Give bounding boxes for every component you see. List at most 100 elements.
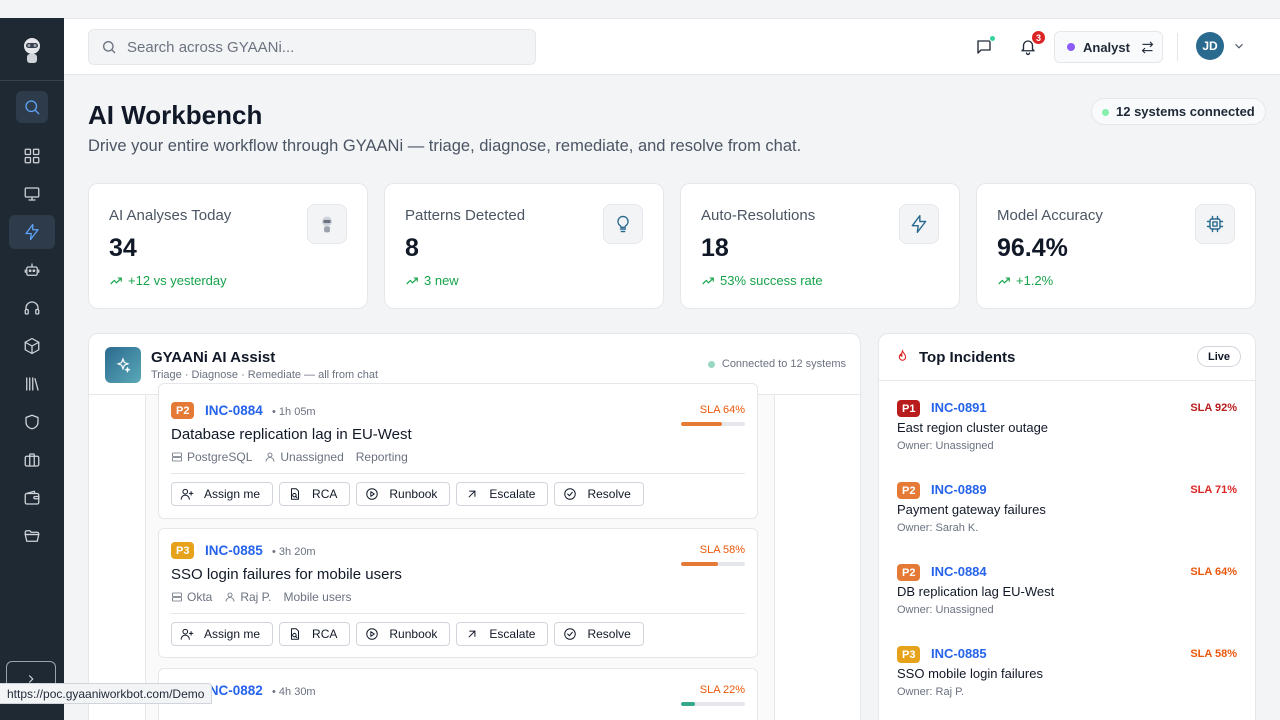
briefcase-icon — [24, 453, 40, 467]
trend-up-icon — [406, 277, 418, 284]
app-logo[interactable] — [16, 34, 48, 66]
incident-id-link[interactable]: INC-0884 — [205, 403, 263, 418]
cpu-glyph — [1206, 215, 1224, 233]
incident-title: Payment gateway failures — [897, 502, 1046, 517]
incident-owner: Owner: Sarah K. — [897, 522, 979, 534]
chevron-down-icon — [1235, 43, 1243, 49]
incident-system: PostgreSQL — [171, 450, 252, 464]
user-menu-toggle[interactable] — [1232, 39, 1246, 53]
wallet-icon — [24, 490, 40, 505]
global-search[interactable] — [88, 29, 536, 65]
incident-id-link[interactable]: INC-0891 — [931, 400, 987, 415]
top-incident-item[interactable]: P3 INC-0885 SLA 58% SSO mobile login fai… — [897, 646, 1237, 706]
incident-owner: Owner: Unassigned — [897, 604, 994, 616]
button-label: Escalate — [489, 487, 536, 501]
sla-label: SLA 92% — [1190, 402, 1237, 414]
sparkles-icon — [105, 347, 141, 383]
stat-value: 34 — [109, 234, 137, 262]
top-incident-item[interactable]: P2 INC-0889 SLA 71% Payment gateway fail… — [897, 482, 1237, 542]
role-label: Analyst — [1083, 39, 1130, 55]
sidebar-item-wallet[interactable] — [9, 481, 55, 515]
priority-badge: P3 — [171, 542, 195, 559]
escalate-button[interactable]: Escalate — [456, 622, 549, 646]
ai-assist-subtitle: Triage · Diagnose · Remediate — all from… — [151, 369, 379, 381]
server-icon — [172, 592, 182, 602]
user-plus-icon — [180, 628, 194, 640]
stat-card-model-accuracy: Model Accuracy 96.4% +1.2% — [976, 183, 1256, 309]
user-avatar[interactable]: JD — [1196, 32, 1224, 60]
sla-progress-fill — [681, 562, 719, 566]
incident-id-link[interactable]: INC-0885 — [205, 543, 263, 558]
topbar: 3 Analyst JD — [64, 18, 1280, 75]
sidebar-item-security[interactable] — [9, 405, 55, 439]
messages-button[interactable] — [972, 35, 996, 59]
incident-owner-label: Raj P. — [240, 590, 272, 604]
runbook-button[interactable]: Runbook — [356, 622, 451, 646]
incident-actions: Assign me RCA Runbook Escalate Resolve — [171, 622, 650, 646]
priority-badge: P2 — [897, 564, 921, 581]
sla-label: SLA 64% — [699, 404, 745, 416]
systems-connected-label: 12 systems connected — [1116, 104, 1255, 119]
sidebar-item-search[interactable] — [16, 91, 48, 123]
sla-label: SLA 71% — [1190, 484, 1237, 496]
incident-id-link[interactable]: INC-0889 — [931, 482, 987, 497]
stat-delta: 53% success rate — [701, 273, 823, 288]
top-incidents-header: Top Incidents Live — [879, 334, 1255, 381]
priority-badge: P2 — [897, 482, 921, 499]
sidebar-item-bots[interactable] — [9, 253, 55, 287]
escalate-button[interactable]: Escalate — [456, 482, 549, 506]
button-label: Escalate — [489, 627, 536, 641]
assign-me-button[interactable]: Assign me — [171, 622, 274, 646]
sidebar-item-folders[interactable] — [9, 519, 55, 553]
notifications-button[interactable]: 3 — [1016, 30, 1046, 59]
incident-system: Okta — [171, 590, 212, 604]
stat-label: Model Accuracy — [997, 207, 1103, 224]
stat-value: 96.4% — [997, 234, 1068, 262]
sidebar-item-briefcase[interactable] — [9, 443, 55, 477]
sidebar — [0, 18, 64, 720]
lightbulb-icon — [603, 204, 643, 244]
stat-label: AI Analyses Today — [109, 207, 232, 224]
incident-title: SSO mobile login failures — [897, 666, 1043, 681]
top-incident-item[interactable]: P2 INC-0884 SLA 64% DB replication lag E… — [897, 564, 1237, 624]
sidebar-item-support[interactable] — [9, 291, 55, 325]
assign-me-button[interactable]: Assign me — [171, 482, 274, 506]
sidebar-item-packages[interactable] — [9, 329, 55, 363]
card-divider — [171, 613, 745, 614]
sla-label: SLA 64% — [1190, 566, 1237, 578]
runbook-button[interactable]: Runbook — [356, 482, 451, 506]
top-incident-item[interactable]: P1 INC-0891 SLA 92% East region cluster … — [897, 400, 1237, 460]
button-label: Assign me — [204, 487, 261, 501]
search-input[interactable] — [127, 38, 527, 56]
incident-id-link[interactable]: INC-0885 — [931, 646, 987, 661]
chat-feed[interactable]: P2 INC-0884 • 1h 05m SLA 64% Database re… — [145, 383, 775, 720]
rca-button[interactable]: RCA — [279, 482, 351, 506]
priority-badge: P1 — [897, 400, 921, 417]
incident-meta: PostgreSQL Unassigned Reporting — [171, 450, 420, 464]
file-search-icon — [291, 488, 300, 500]
sla-progress-fill — [681, 422, 722, 426]
sidebar-item-library[interactable] — [9, 367, 55, 401]
incident-id-link[interactable]: INC-0884 — [931, 564, 987, 579]
resolve-button[interactable]: Resolve — [554, 482, 644, 506]
role-switcher-button[interactable]: Analyst — [1054, 31, 1163, 63]
incident-id-link[interactable]: INC-0882 — [205, 683, 263, 698]
incident-age: • 4h 30m — [272, 686, 316, 698]
rca-button[interactable]: RCA — [279, 622, 351, 646]
trend-up-icon — [998, 277, 1010, 284]
sidebar-item-ai-workbench[interactable] — [9, 215, 55, 249]
search-icon — [25, 100, 40, 115]
incident-actions: Assign me RCA Runbook Escalate Resolve — [171, 482, 650, 506]
sidebar-item-dashboard[interactable] — [9, 139, 55, 173]
resolve-button[interactable]: Resolve — [554, 622, 644, 646]
incident-owner-label: Unassigned — [280, 450, 344, 464]
sidebar-item-monitor[interactable] — [9, 177, 55, 211]
incident-owner: Owner: Raj P. — [897, 686, 965, 698]
cube-icon — [24, 337, 40, 355]
shield-icon — [25, 414, 39, 430]
arrow-up-right-icon — [469, 490, 476, 498]
stat-value: 18 — [701, 234, 729, 262]
button-label: Assign me — [204, 627, 261, 641]
page-title: AI Workbench — [88, 100, 263, 130]
incident-system-label: PostgreSQL — [187, 450, 253, 464]
